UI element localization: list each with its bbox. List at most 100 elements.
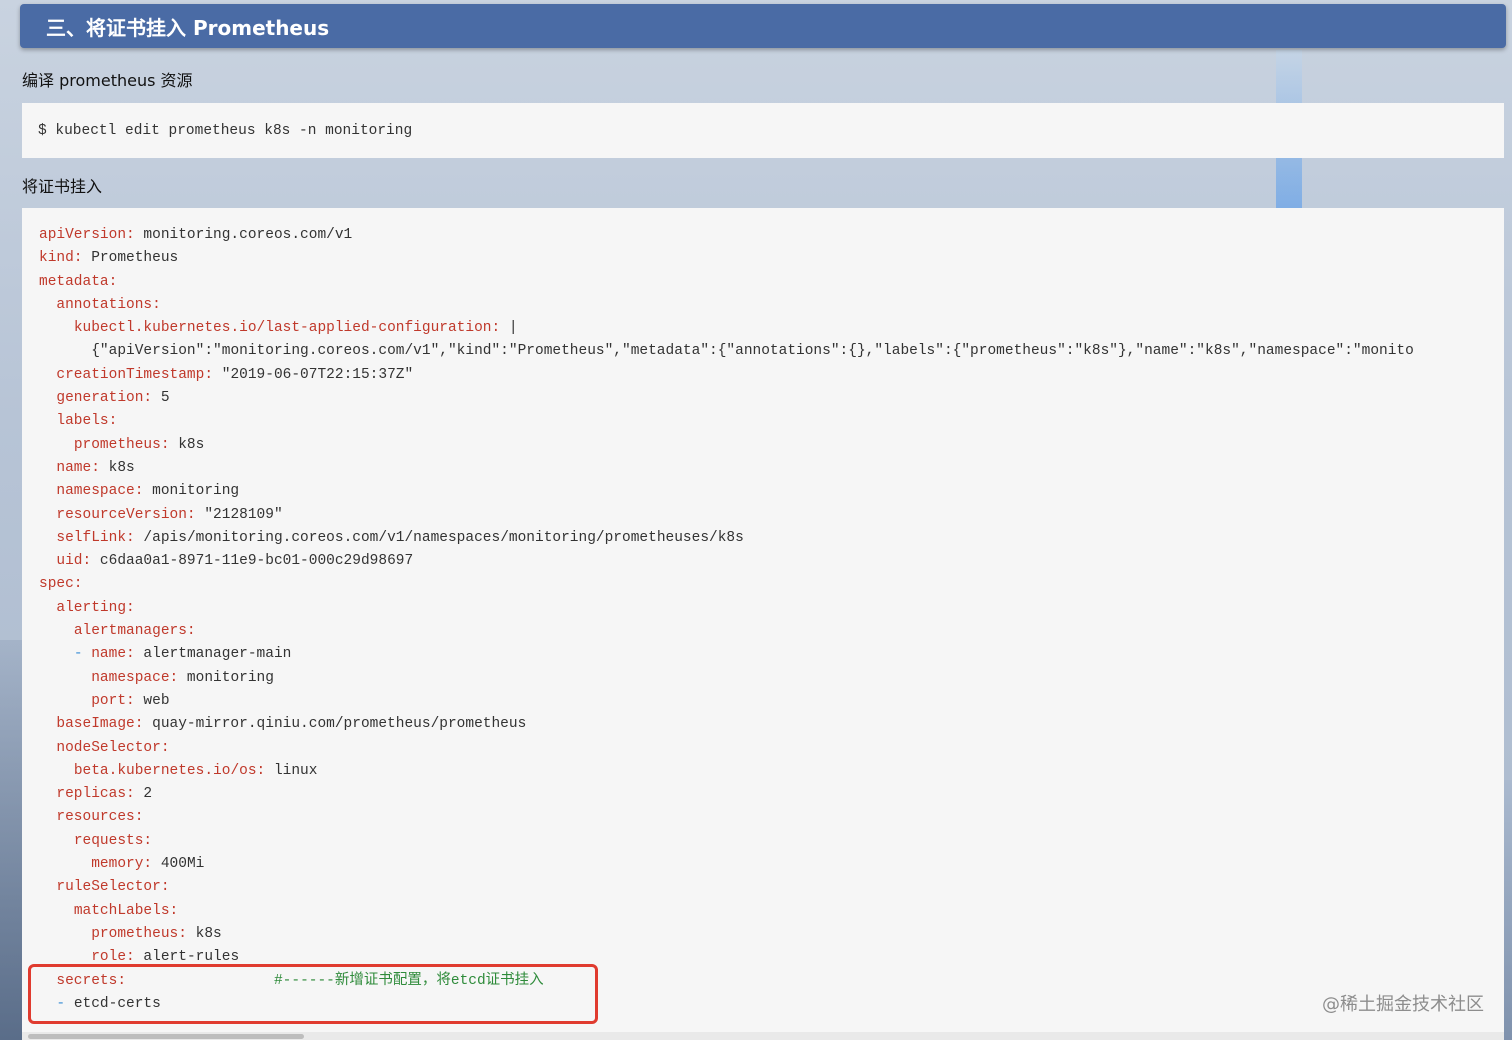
yaml-key: kind: (39, 250, 83, 267)
yaml-value: alertmanager-main (134, 646, 292, 663)
section-title: 三、将证书挂入 Prometheus (46, 15, 330, 40)
yaml-key: memory: (91, 856, 153, 873)
yaml-value: alert-rules (134, 949, 240, 966)
code-line: - name: alertmanager-main (39, 643, 1414, 666)
code-line: selfLink: /apis/monitoring.coreos.com/v1… (39, 527, 1414, 550)
yaml-key: ruleSelector: (56, 879, 170, 896)
yaml-key: uid: (56, 553, 92, 570)
code-line: replicas: 2 (39, 783, 1414, 806)
yaml-value: /apis/monitoring.coreos.com/v1/namespace… (134, 529, 744, 546)
yaml-key: nodeSelector: (56, 739, 170, 756)
code-line: annotations: (39, 294, 1414, 317)
code-line: name: k8s (39, 457, 1414, 480)
code-line: kubectl.kubernetes.io/last-applied-confi… (39, 317, 1414, 340)
yaml-key: alertmanagers: (73, 623, 196, 640)
yaml-value: k8s (99, 459, 135, 476)
paragraph-mount-cert: 将证书挂入 (22, 177, 103, 196)
yaml-value: web (134, 692, 170, 709)
yaml-key: resources: (56, 809, 144, 826)
yaml-value: monitoring (143, 483, 240, 500)
yaml-list-dash: - (73, 646, 92, 663)
code-line: matchLabels: (39, 900, 1414, 923)
section-header: 三、将证书挂入 Prometheus (20, 4, 1506, 48)
code-line: requests: (39, 830, 1414, 853)
code-line: generation: 5 (39, 387, 1414, 410)
yaml-key: replicas: (56, 786, 135, 803)
code-line: creationTimestamp: "2019-06-07T22:15:37Z… (39, 364, 1414, 387)
background-left-shade (0, 640, 22, 1040)
yaml-value: "2128109" (195, 506, 283, 523)
yaml-key: port: (91, 692, 135, 709)
yaml-key: baseImage: (56, 716, 144, 733)
yaml-key: alerting: (56, 599, 135, 616)
yaml-key: annotations: (56, 296, 161, 313)
yaml-value: k8s (169, 436, 205, 453)
yaml-key: requests: (73, 832, 153, 849)
code-line: prometheus: k8s (39, 434, 1414, 457)
yaml-key: generation: (56, 390, 153, 407)
yaml-value: 2 (134, 786, 153, 803)
yaml-value: linux (265, 762, 318, 779)
background-right-shade (1504, 780, 1512, 1040)
yaml-key: namespace: (56, 483, 144, 500)
code-line: alertmanagers: (39, 620, 1414, 643)
yaml-value: k8s (186, 925, 222, 942)
yaml-value: quay-mirror.qiniu.com/prometheus/prometh… (143, 716, 527, 733)
code-line: resourceVersion: "2128109" (39, 504, 1414, 527)
code-line: nodeSelector: (39, 737, 1414, 760)
yaml-code-block: apiVersion: monitoring.coreos.com/v1 kind… (22, 208, 1504, 1040)
code-line: spec: (39, 573, 1414, 596)
yaml-key: namespace: (91, 669, 179, 686)
yaml-key: beta.kubernetes.io/os: (73, 762, 266, 779)
yaml-key: prometheus: (91, 925, 187, 942)
yaml-value: c6daa0a1-8971-11e9-bc01-000c29d98697 (91, 553, 414, 570)
code-line: memory: 400Mi (39, 853, 1414, 876)
yaml-key: name: (56, 459, 100, 476)
code-line: kind: Prometheus (39, 247, 1414, 270)
yaml-value: "2019-06-07T22:15:37Z" (213, 366, 414, 383)
yaml-key: metadata: (39, 273, 118, 290)
code-line: resources: (39, 806, 1414, 829)
yaml-key: matchLabels: (73, 902, 179, 919)
yaml-code: apiVersion: monitoring.coreos.com/v1 kind… (39, 224, 1414, 1016)
scrollbar-thumb[interactable] (28, 1034, 304, 1039)
code-line: beta.kubernetes.io/os: linux (39, 760, 1414, 783)
secrets-highlight-box (28, 964, 598, 1024)
yaml-key: name: (91, 646, 135, 663)
yaml-value: {"apiVersion":"monitoring.coreos.com/v1"… (91, 343, 1414, 360)
yaml-value: 400Mi (152, 856, 205, 873)
yaml-value: monitoring.coreos.com/v1 (134, 227, 353, 243)
command-text: $ kubectl edit prometheus k8s -n monitor… (38, 122, 413, 139)
code-line: {"apiVersion":"monitoring.coreos.com/v1"… (39, 340, 1414, 363)
yaml-key: prometheus: (73, 436, 170, 453)
yaml-value: monitoring (178, 669, 274, 686)
code-line: metadata: (39, 271, 1414, 294)
code-line: prometheus: k8s (39, 923, 1414, 946)
horizontal-scrollbar[interactable] (22, 1032, 1504, 1040)
code-line: labels: (39, 410, 1414, 433)
yaml-key: resourceVersion: (56, 506, 196, 523)
code-line: port: web (39, 690, 1414, 713)
